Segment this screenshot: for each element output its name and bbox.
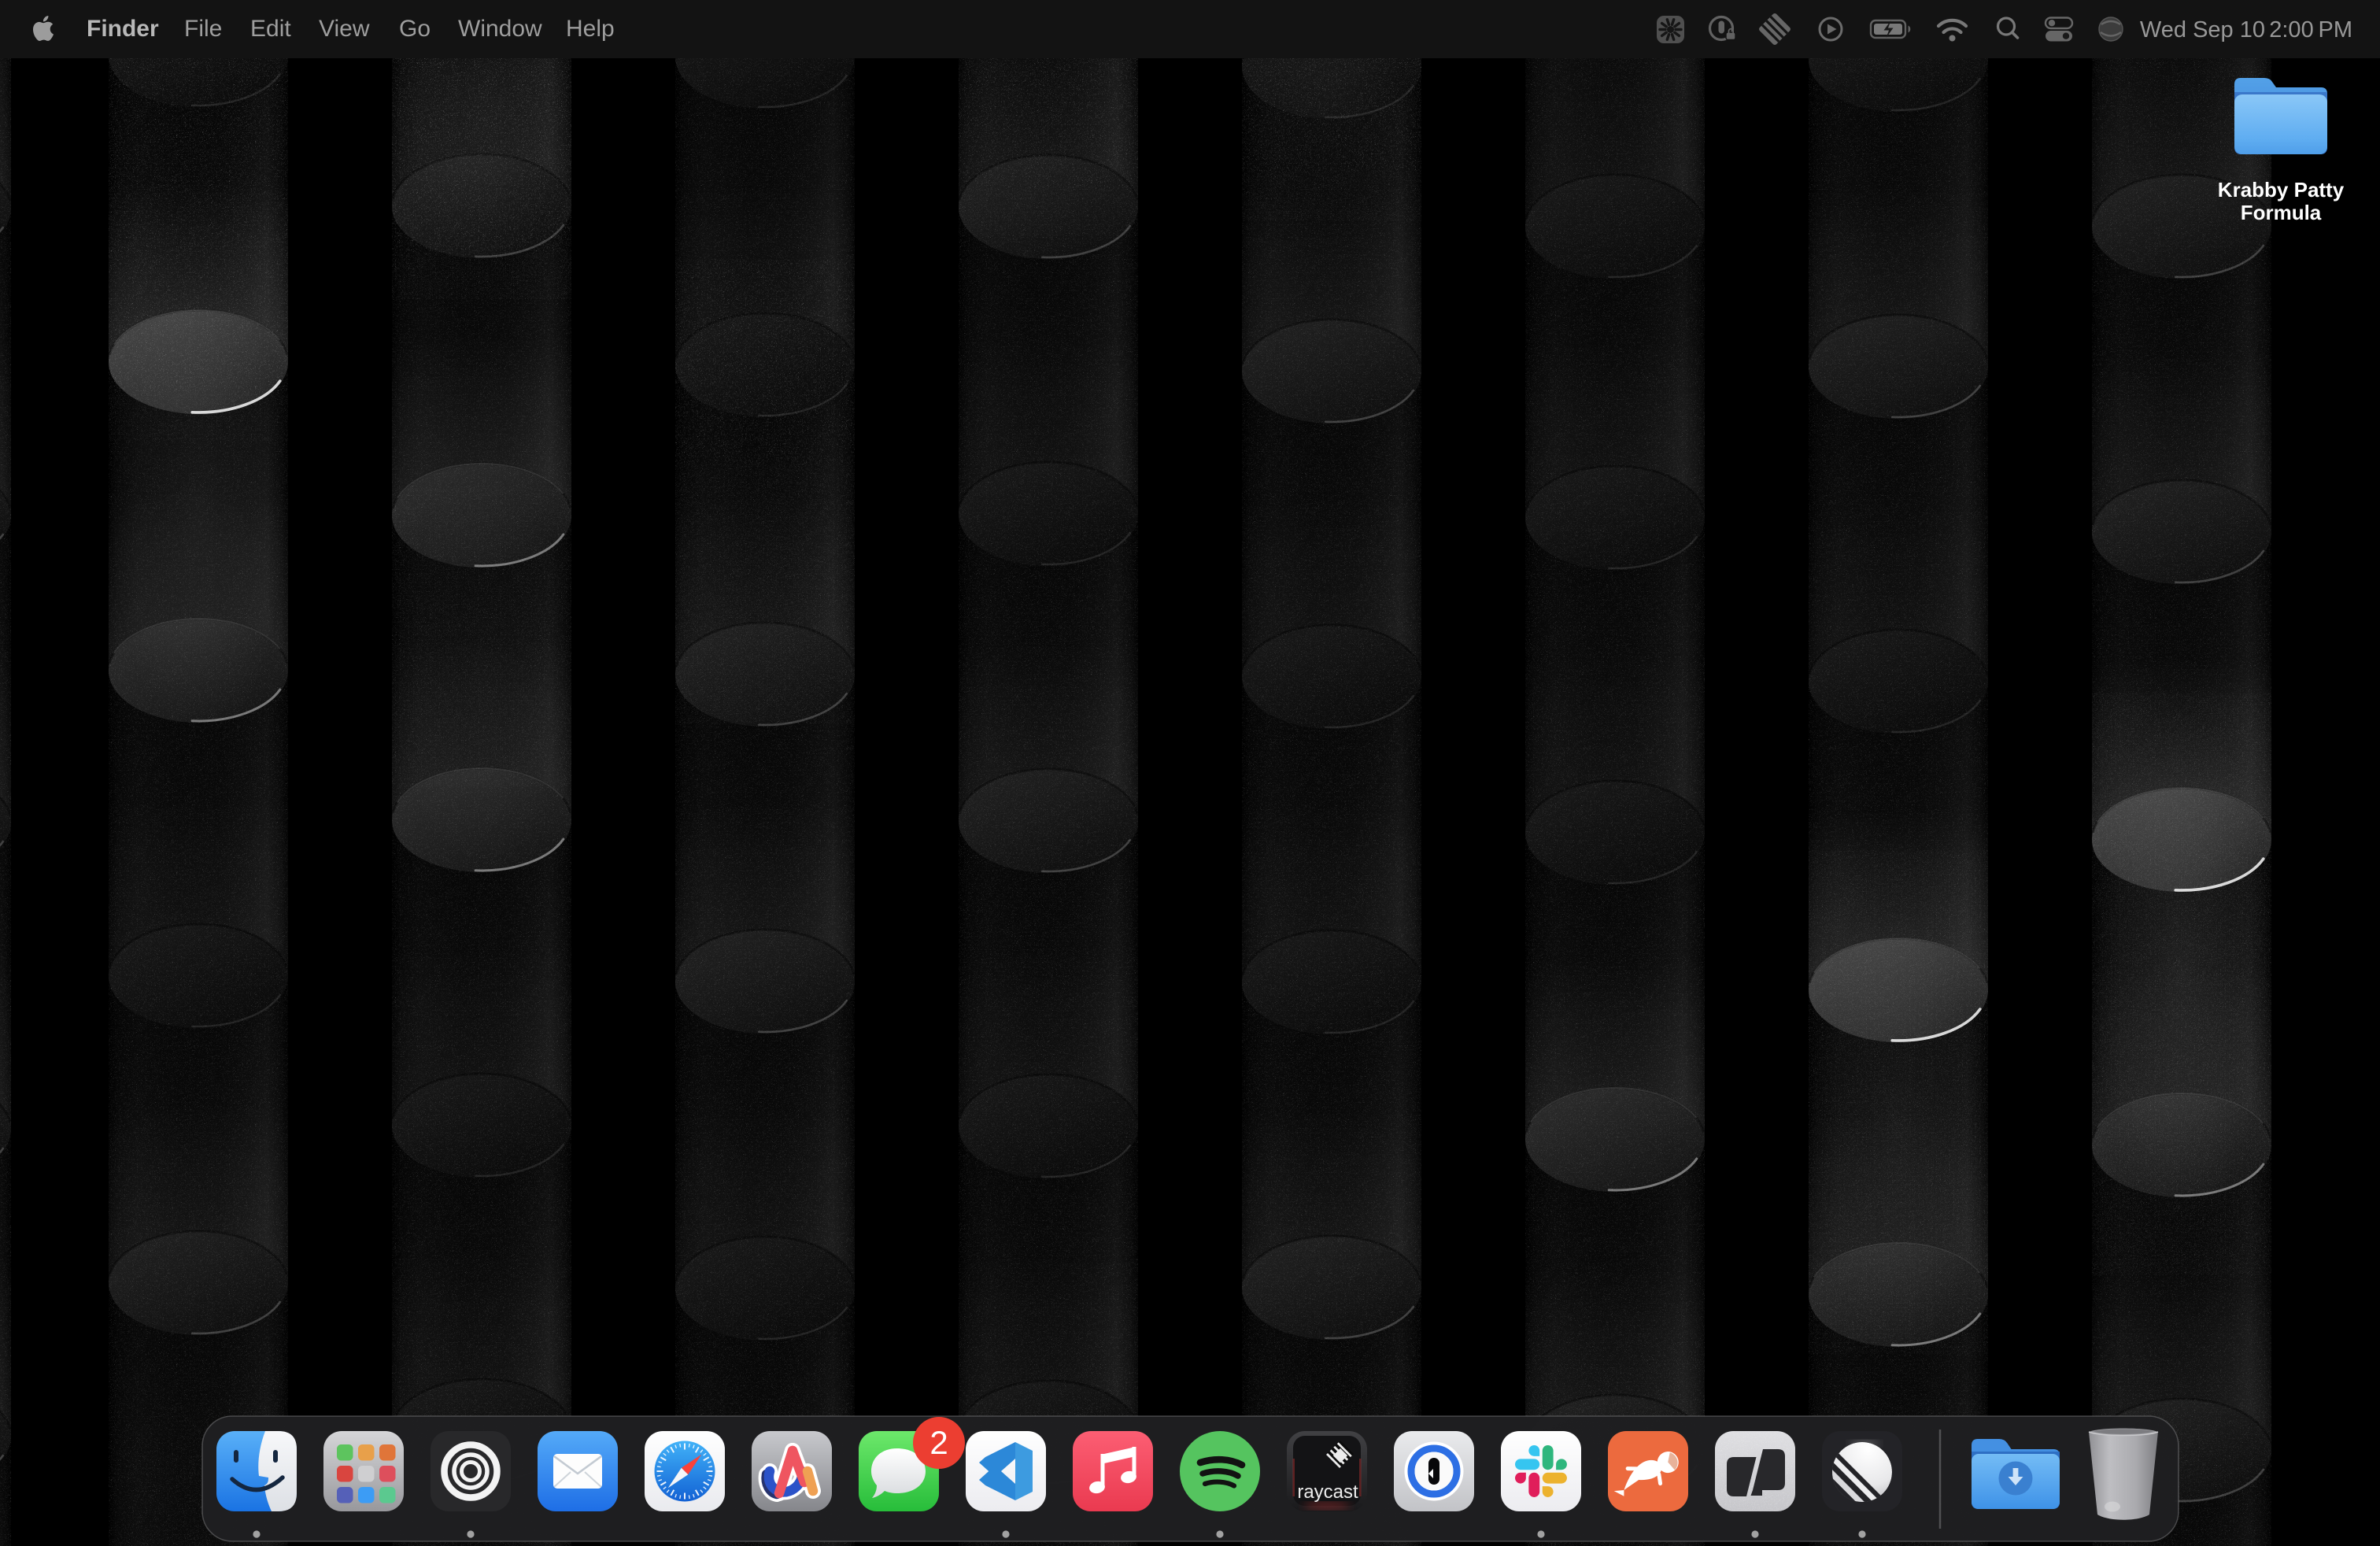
svg-text:Krabby Patty: Krabby Patty	[2218, 178, 2345, 202]
svg-text:2: 2	[929, 1424, 948, 1461]
svg-text:Formula: Formula	[2241, 201, 2322, 224]
svg-text:2:00 PM: 2:00 PM	[2269, 17, 2352, 43]
svg-text:Wed Sep 10: Wed Sep 10	[2140, 17, 2265, 43]
svg-text:raycast: raycast	[1297, 1481, 1358, 1503]
